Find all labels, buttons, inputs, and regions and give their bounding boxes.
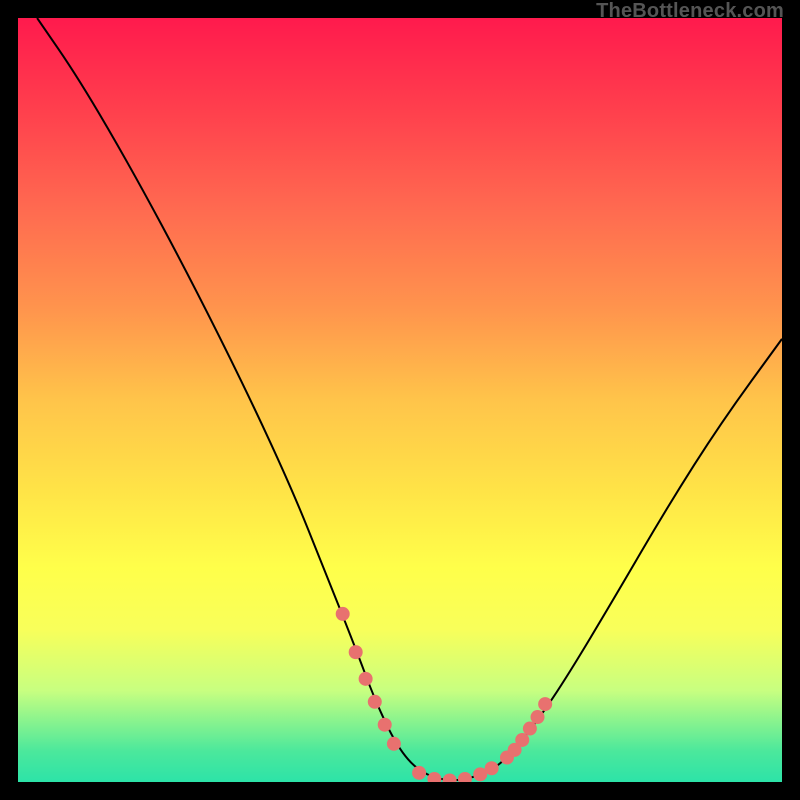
highlight-point <box>349 645 363 659</box>
chart-plot-area <box>18 18 782 782</box>
chart-curve <box>37 18 782 780</box>
highlight-point <box>359 672 373 686</box>
highlight-point <box>538 697 552 711</box>
highlight-point <box>412 766 426 780</box>
chart-svg <box>18 18 782 782</box>
highlight-point <box>387 737 401 751</box>
highlight-point <box>336 607 350 621</box>
highlight-point <box>485 761 499 775</box>
highlight-point <box>523 722 537 736</box>
bottleneck-curve <box>37 18 782 780</box>
watermark-text: TheBottleneck.com <box>596 0 784 23</box>
highlight-point <box>443 773 457 782</box>
chart-frame: TheBottleneck.com <box>0 0 800 800</box>
highlight-point <box>531 710 545 724</box>
highlight-point <box>458 772 472 782</box>
highlight-point <box>368 695 382 709</box>
highlight-point <box>515 733 529 747</box>
highlight-point <box>378 718 392 732</box>
highlight-point <box>427 772 441 782</box>
chart-highlight-points <box>336 607 552 782</box>
